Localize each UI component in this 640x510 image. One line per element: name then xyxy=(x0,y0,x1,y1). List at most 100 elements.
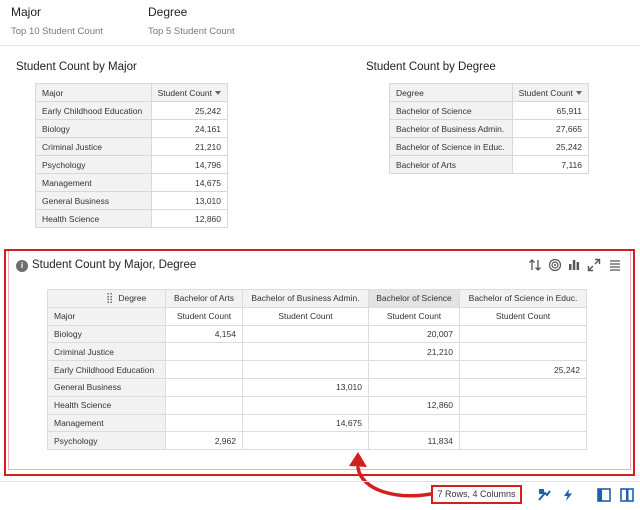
degree-table: Degree Student Count Bachelor of Science… xyxy=(389,83,590,174)
cell-value: 21,210 xyxy=(368,342,460,362)
table-row: General Business 13,010 xyxy=(35,191,229,210)
table-row: General Business 13,010 xyxy=(47,377,587,397)
row-label: Early Childhood Education xyxy=(47,360,166,379)
table-row: Psychology 2,962 11,834 xyxy=(47,431,587,451)
degree-count-col-header[interactable]: Student Count xyxy=(511,83,590,102)
pivot-col-header[interactable]: Bachelor of Science in Educ. xyxy=(459,289,587,308)
pivot-row-header[interactable]: Major xyxy=(47,306,166,326)
table-row: Biology 4,154 20,007 xyxy=(47,324,587,344)
cell-value xyxy=(368,360,460,379)
bar-chart-icon[interactable] xyxy=(567,258,581,272)
cell-value: 12,860 xyxy=(368,395,460,415)
table-row: Bachelor of Arts 7,116 xyxy=(389,155,590,174)
tab-degree[interactable]: Degree Top 5 Student Count xyxy=(148,5,268,41)
cell-value xyxy=(459,413,587,433)
row-value: 27,665 xyxy=(511,119,590,138)
row-label: Criminal Justice xyxy=(35,137,152,156)
row-label: Bachelor of Science xyxy=(389,101,513,120)
major-count-col-label: Student Count xyxy=(157,87,212,98)
row-value: 21,210 xyxy=(150,137,229,156)
major-col-header[interactable]: Major xyxy=(35,83,152,102)
row-label: Psychology xyxy=(47,431,166,451)
tab-major-subtitle: Top 10 Student Count xyxy=(11,26,103,37)
row-label: Management xyxy=(47,413,166,433)
measure-header: Student Count xyxy=(459,306,587,326)
info-icon[interactable]: i xyxy=(16,260,28,272)
left-panel-icon[interactable] xyxy=(597,488,611,502)
row-label: Bachelor of Arts xyxy=(389,155,513,174)
cell-value xyxy=(165,360,243,379)
table-row: Bachelor of Science in Educ. 25,242 xyxy=(389,137,590,156)
degree-col-header[interactable]: Degree xyxy=(389,83,513,102)
tab-major[interactable]: Major Top 10 Student Count xyxy=(11,5,131,41)
row-value: 14,796 xyxy=(150,155,229,174)
row-label: Criminal Justice xyxy=(47,342,166,362)
right-panel-icon[interactable] xyxy=(620,488,634,502)
pivot-col-header[interactable]: Bachelor of Science xyxy=(368,289,460,308)
row-value: 25,242 xyxy=(511,137,590,156)
degree-count-col-label: Student Count xyxy=(518,87,573,98)
cell-value: 20,007 xyxy=(368,324,460,344)
pivot-title: Student Count by Major, Degree xyxy=(32,259,197,271)
pivot-corner-header: ⣿ Degree xyxy=(47,289,166,308)
row-label: General Business xyxy=(47,377,166,397)
row-value: 14,675 xyxy=(150,173,229,192)
table-row: Bachelor of Science 65,911 xyxy=(389,101,590,120)
table-row: Health Science 12,860 xyxy=(35,209,229,228)
table-row: Criminal Justice 21,210 xyxy=(47,342,587,362)
tab-major-title: Major xyxy=(11,5,42,19)
sort-down-icon[interactable] xyxy=(215,91,221,96)
pivot-table: ⣿ Degree Bachelor of Arts Bachelor of Bus… xyxy=(47,289,587,451)
pivot-col-header[interactable]: Bachelor of Business Admin. xyxy=(242,289,369,308)
measure-header: Student Count xyxy=(368,306,460,326)
lightning-icon[interactable] xyxy=(561,488,575,502)
cell-value xyxy=(368,377,460,397)
drag-handle-icon[interactable]: ⣿ xyxy=(106,293,113,304)
cell-value xyxy=(242,360,369,379)
row-label: Psychology xyxy=(35,155,152,174)
sort-icon[interactable] xyxy=(528,258,542,272)
row-label: Biology xyxy=(35,119,152,138)
expand-icon[interactable] xyxy=(587,258,601,272)
degree-dimension-label: Degree xyxy=(118,292,147,303)
major-table-title: Student Count by Major xyxy=(16,61,137,73)
major-table: Major Student Count Early Childhood Educ… xyxy=(35,83,229,228)
cell-value xyxy=(165,395,243,415)
top-divider xyxy=(0,45,640,46)
tab-degree-title: Degree xyxy=(148,5,188,19)
cell-value xyxy=(242,342,369,362)
table-row: Early Childhood Education 25,242 xyxy=(35,101,229,120)
row-value: 7,116 xyxy=(511,155,590,174)
cell-value xyxy=(368,413,460,433)
row-label: Health Science xyxy=(35,209,152,228)
cell-value xyxy=(165,413,243,433)
row-value: 24,161 xyxy=(150,119,229,138)
table-row: Bachelor of Business Admin. 27,665 xyxy=(389,119,590,138)
row-value: 13,010 xyxy=(150,191,229,210)
row-value: 65,911 xyxy=(511,101,590,120)
sort-down-icon[interactable] xyxy=(576,91,582,96)
cell-value xyxy=(459,324,587,344)
table-row: Management 14,675 xyxy=(47,413,587,433)
row-label: General Business xyxy=(35,191,152,210)
row-label: Bachelor of Business Admin. xyxy=(389,119,513,138)
cell-value xyxy=(459,377,587,397)
cell-value xyxy=(459,395,587,415)
cell-value: 2,962 xyxy=(165,431,243,451)
target-icon[interactable] xyxy=(548,258,562,272)
measure-header: Student Count xyxy=(165,306,243,326)
row-label: Biology xyxy=(47,324,166,344)
fields-icon[interactable] xyxy=(538,488,552,502)
menu-icon[interactable] xyxy=(608,258,622,272)
pivot-col-header[interactable]: Bachelor of Arts xyxy=(165,289,243,308)
cell-value xyxy=(459,342,587,362)
row-value: 25,242 xyxy=(150,101,229,120)
degree-table-title: Student Count by Degree xyxy=(366,61,496,73)
bottom-divider xyxy=(0,481,640,482)
row-value: 12,860 xyxy=(150,209,229,228)
table-row: Management 14,675 xyxy=(35,173,229,192)
cell-value xyxy=(242,431,369,451)
major-count-col-header[interactable]: Student Count xyxy=(150,83,229,102)
cell-value: 14,675 xyxy=(242,413,369,433)
row-label: Health Science xyxy=(47,395,166,415)
